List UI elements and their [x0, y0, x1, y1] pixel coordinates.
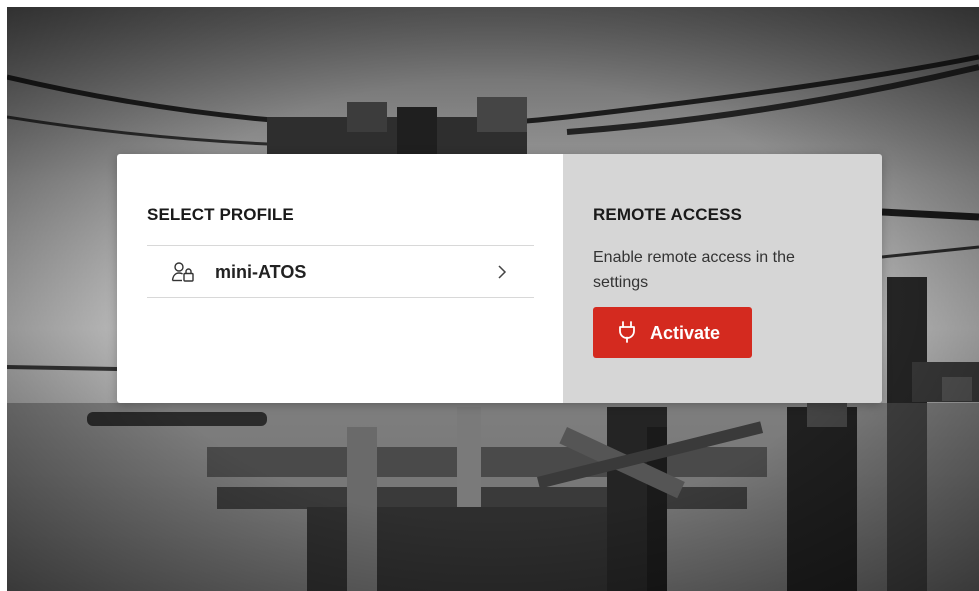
login-screen: SELECT PROFILE mini-ATOS REMOTE ACCESS E… [7, 7, 979, 591]
profile-name: mini-ATOS [215, 262, 307, 282]
remote-access-panel: REMOTE ACCESS Enable remote access in th… [563, 154, 882, 403]
chevron-right-icon [498, 265, 507, 279]
plug-icon [619, 321, 635, 343]
user-lock-icon [171, 262, 194, 282]
select-profile-panel: SELECT PROFILE mini-ATOS [117, 154, 563, 403]
remote-access-description: Enable remote access in the settings [593, 249, 795, 291]
profile-item-mini-atos[interactable]: mini-ATOS [147, 246, 534, 297]
activate-button-label: Activate [650, 323, 721, 343]
profile-dialog: SELECT PROFILE mini-ATOS REMOTE ACCESS E… [117, 154, 882, 403]
profile-list: mini-ATOS [147, 245, 534, 298]
activate-button[interactable]: Activate [593, 307, 752, 358]
remote-access-heading: REMOTE ACCESS [593, 205, 742, 224]
select-profile-heading: SELECT PROFILE [147, 205, 294, 224]
